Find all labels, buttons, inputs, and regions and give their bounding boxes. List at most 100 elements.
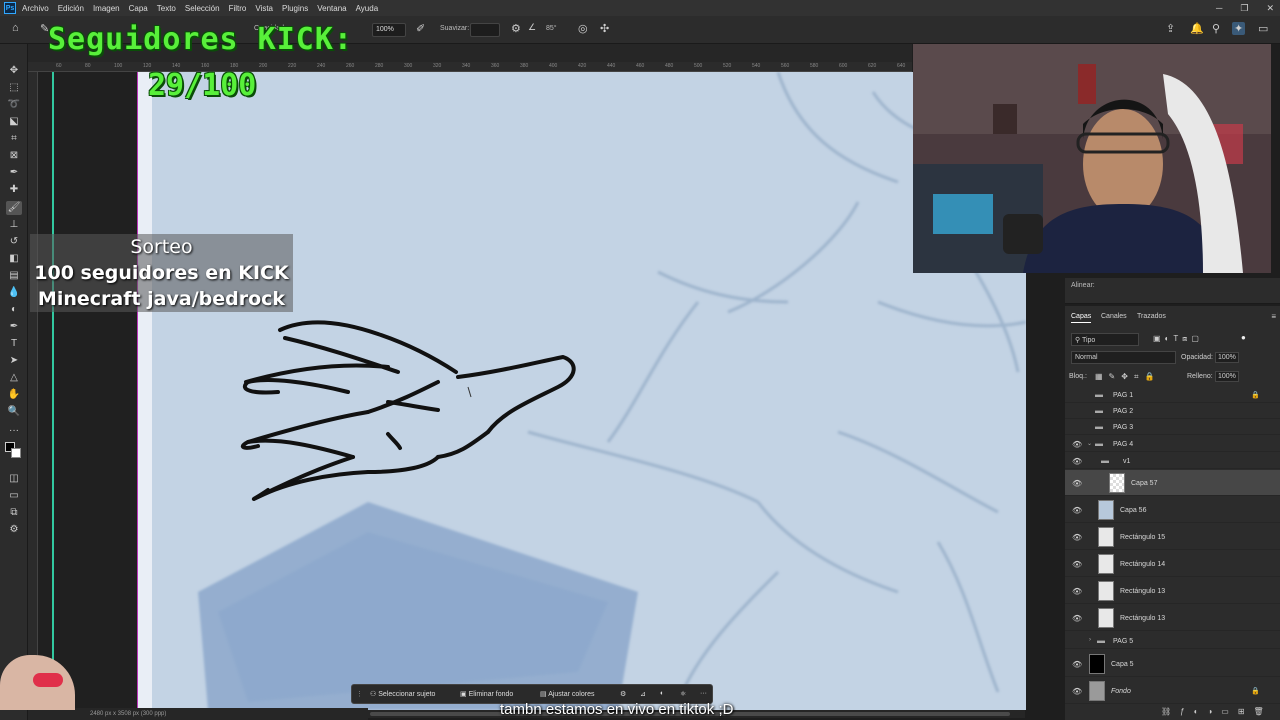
extra-tool-icon[interactable]: ⚙ [6, 523, 22, 537]
menu-texto[interactable]: Texto [157, 4, 176, 13]
layer-row[interactable]: 👁 Rectángulo 15 [1065, 524, 1280, 550]
adjust-icon[interactable]: ⚛ [680, 690, 686, 698]
layer-row[interactable]: ▬ PAG 2 [1065, 403, 1280, 419]
layer-footer-icons[interactable]: ⛓ƒ◐◑▭⊞🗑 [1161, 707, 1273, 716]
smoothing-field[interactable] [470, 23, 500, 37]
eye-icon[interactable]: 👁 [1072, 533, 1082, 542]
eyedropper-tool-icon[interactable]: ✒ [6, 166, 22, 180]
menu-plugins[interactable]: Plugins [282, 4, 308, 13]
eye-icon[interactable]: 👁 [1072, 479, 1082, 488]
eye-icon[interactable]: 👁 [1072, 506, 1082, 515]
menu-archivo[interactable]: Archivo [22, 4, 49, 13]
eraser-tool-icon[interactable]: ◧ [6, 252, 22, 266]
gear-icon[interactable]: ⚙ [511, 22, 521, 35]
fill-field[interactable]: 100% [1215, 371, 1239, 382]
layer-row[interactable]: 👁 ▬ v1 [1065, 453, 1280, 469]
eye-icon[interactable]: 👁 [1072, 614, 1082, 623]
filter-toggle-icon[interactable]: ● [1241, 333, 1246, 342]
pressure-icon[interactable]: ◎ [578, 22, 588, 35]
menu-seleccion[interactable]: Selección [185, 4, 220, 13]
chevron-down-icon[interactable]: ⌄ [1087, 440, 1092, 447]
maximize-icon[interactable]: ❐ [1240, 3, 1248, 14]
menu-filtro[interactable]: Filtro [229, 4, 247, 13]
layer-row[interactable]: 👁 Rectángulo 13 [1065, 605, 1280, 631]
move-tool-icon[interactable]: ✥ [6, 64, 22, 78]
tab-trazados[interactable]: Trazados [1137, 313, 1166, 320]
blend-mode-select[interactable]: Normal [1071, 351, 1176, 364]
layer-row[interactable]: 👁 Rectángulo 13 [1065, 578, 1280, 604]
shape-tool-icon[interactable]: △ [6, 371, 22, 385]
eye-icon[interactable]: 👁 [1072, 457, 1082, 466]
remove-background-button[interactable]: ▣ Eliminar fondo [460, 690, 513, 698]
workspace-icon[interactable]: ▭ [1258, 22, 1268, 35]
path-select-tool-icon[interactable]: ➤ [6, 354, 22, 368]
eye-icon[interactable]: 👁 [1072, 560, 1082, 569]
filter-kind-select[interactable]: ⚲ Tipo [1071, 333, 1139, 346]
layer-row[interactable]: › ▬ PAG 5 [1065, 633, 1280, 649]
artboard-icon[interactable]: ⧉ [6, 506, 22, 520]
drag-handle-icon[interactable]: ⋮ [356, 690, 363, 698]
layer-row[interactable]: 👁 Capa 5 [1065, 651, 1280, 677]
quick-mask-icon[interactable]: ◫ [6, 472, 22, 486]
more-tools-icon[interactable]: ··· [6, 424, 22, 438]
lasso-tool-icon[interactable]: ➰ [6, 98, 22, 112]
stamp-tool-icon[interactable]: ⊥ [6, 218, 22, 232]
background-color-swatch[interactable] [11, 448, 21, 458]
tab-capas[interactable]: Capas [1071, 313, 1092, 323]
discover-icon[interactable]: ✦ [1232, 22, 1246, 35]
tab-canales[interactable]: Canales [1101, 313, 1127, 320]
layer-row[interactable]: 👁 Rectángulo 14 [1065, 551, 1280, 577]
menu-ventana[interactable]: Ventana [317, 4, 346, 13]
share-icon[interactable]: ⇪ [1166, 22, 1175, 35]
mask-icon[interactable]: ◐ [660, 690, 664, 697]
menu-imagen[interactable]: Imagen [93, 4, 120, 13]
menu-capa[interactable]: Capa [129, 4, 148, 13]
hand-tool-icon[interactable]: ✋ [6, 388, 22, 402]
settings-icon[interactable]: ⚙ [620, 690, 626, 698]
layer-row[interactable]: 👁 Capa 56 [1065, 497, 1280, 523]
panel-menu-icon[interactable]: ≡ [1271, 312, 1276, 321]
more-options-icon[interactable]: ··· [700, 690, 707, 697]
opacity-field[interactable]: 100% [1215, 352, 1239, 363]
pen-tool-icon[interactable]: ✒ [6, 320, 22, 334]
document-canvas[interactable] [138, 72, 1026, 710]
eye-icon[interactable]: 👁 [1072, 587, 1082, 596]
close-icon[interactable]: ✕ [1266, 3, 1274, 14]
minimize-icon[interactable]: ─ [1216, 3, 1222, 13]
layer-row[interactable]: 👁 ⌄ ▬ PAG 4 [1065, 436, 1280, 452]
filter-icons[interactable]: ▣◐T⧈▢ [1153, 334, 1203, 344]
frame-tool-icon[interactable]: ⊠ [6, 149, 22, 163]
zoom-tool-icon[interactable]: 🔍 [6, 405, 22, 419]
eye-icon[interactable]: 👁 [1072, 660, 1082, 669]
layer-row[interactable]: 👁 Capa 57 [1065, 470, 1280, 496]
menu-vista[interactable]: Vista [255, 4, 273, 13]
select-subject-button[interactable]: ⚇ Seleccionar sujeto [370, 690, 435, 698]
home-icon[interactable]: ⌂ [12, 22, 19, 34]
blur-tool-icon[interactable]: 💧 [6, 286, 22, 300]
crop-tool-icon[interactable]: ⌗ [6, 132, 22, 146]
eye-icon[interactable]: 👁 [1072, 687, 1082, 696]
lock-icons[interactable]: ▦✎✥⌗🔒 [1095, 372, 1160, 382]
airbrush-icon[interactable]: ✐ [416, 22, 425, 35]
flow-zoom-field[interactable]: 100% [372, 23, 406, 37]
brush-tool-icon[interactable]: 🖌 [6, 201, 22, 215]
bell-icon[interactable]: 🔔 [1190, 22, 1204, 35]
healing-tool-icon[interactable]: ✚ [6, 183, 22, 197]
eye-icon[interactable]: 👁 [1072, 440, 1082, 449]
menu-edicion[interactable]: Edición [58, 4, 84, 13]
layer-row[interactable]: 👁 Fondo 🔒 [1065, 678, 1280, 704]
symmetry-icon[interactable]: ✣ [600, 22, 609, 35]
chevron-right-icon[interactable]: › [1089, 637, 1091, 643]
screen-mode-icon[interactable]: ▭ [6, 489, 22, 503]
marquee-tool-icon[interactable]: ⬚ [6, 81, 22, 95]
dodge-tool-icon[interactable]: ◐ [6, 303, 22, 317]
layer-row[interactable]: ▬ PAG 1 🔒 [1065, 387, 1280, 403]
type-tool-icon[interactable]: T [6, 337, 22, 351]
transform-icon[interactable]: ⊿ [640, 690, 646, 698]
gradient-tool-icon[interactable]: ▤ [6, 269, 22, 283]
angle-value[interactable]: 85° [546, 25, 557, 32]
adjust-colors-button[interactable]: ▤ Ajustar colores [540, 690, 594, 698]
canvas-area[interactable] [38, 72, 1026, 710]
layer-row[interactable]: ▬ PAG 3 [1065, 419, 1280, 435]
object-select-tool-icon[interactable]: ⬕ [6, 115, 22, 129]
